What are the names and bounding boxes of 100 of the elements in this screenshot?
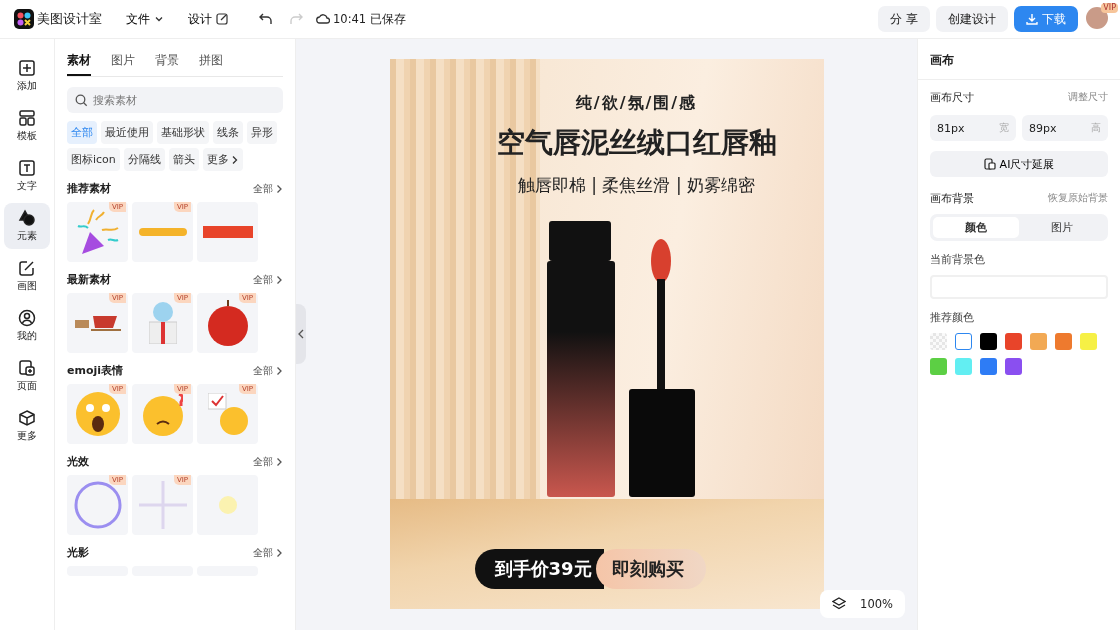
sleigh-drawing xyxy=(74,315,121,331)
apple-drawing xyxy=(207,300,248,346)
color-swatch[interactable] xyxy=(980,358,997,375)
color-swatch[interactable] xyxy=(930,333,947,350)
add-icon xyxy=(18,59,36,77)
category-chip[interactable]: 更多 xyxy=(202,148,243,171)
color-swatch[interactable] xyxy=(955,358,972,375)
color-swatch[interactable] xyxy=(1005,333,1022,350)
layout-icon xyxy=(18,109,36,127)
section-title: 光效 xyxy=(67,454,89,469)
background-tab[interactable]: 图片 xyxy=(1019,217,1105,238)
color-swatch[interactable] xyxy=(930,358,947,375)
panel-tab[interactable]: 素材 xyxy=(67,45,91,76)
zoom-level[interactable]: 100% xyxy=(860,597,893,611)
panel-title: 画布 xyxy=(918,39,1120,80)
bubble-drawing xyxy=(73,481,122,529)
color-swatch[interactable] xyxy=(1080,333,1097,350)
section-title: 推荐素材 xyxy=(67,181,111,196)
cube-icon xyxy=(18,409,36,427)
caret-icon xyxy=(154,14,164,24)
sidebar-item[interactable]: 更多 xyxy=(4,403,50,449)
view-all-link[interactable]: 全部 xyxy=(253,545,283,560)
chevron-right-icon xyxy=(276,547,283,558)
size-label: 画布尺寸 xyxy=(930,90,974,105)
add-page-icon xyxy=(18,359,36,377)
search-field[interactable]: 搜索素材 xyxy=(67,87,283,113)
edit-icon xyxy=(216,13,228,25)
layers-icon[interactable] xyxy=(832,597,847,611)
resize-icon xyxy=(983,158,996,170)
text-icon xyxy=(18,159,36,177)
sparkle-drawing xyxy=(138,481,187,529)
menu-button[interactable]: 文件 xyxy=(122,8,168,30)
save-status: 10:41 已保存 xyxy=(333,11,406,27)
bar-drawing xyxy=(202,226,253,238)
download-button[interactable]: 下载 xyxy=(1014,6,1078,32)
chevron-right-icon xyxy=(276,456,283,467)
color-swatch[interactable] xyxy=(980,333,997,350)
chevron-left-icon xyxy=(298,329,304,339)
undo-icon[interactable] xyxy=(258,11,274,27)
sidebar-item[interactable]: 元素 xyxy=(4,203,50,249)
category-chip[interactable]: 最近使用 xyxy=(101,121,153,144)
view-all-link[interactable]: 全部 xyxy=(253,363,283,378)
category-chip[interactable]: 图标icon xyxy=(67,148,120,171)
panel-tab[interactable]: 背景 xyxy=(155,45,179,76)
sidebar-item[interactable]: 画图 xyxy=(4,253,50,299)
share-button[interactable]: 分 享 xyxy=(878,6,930,32)
view-all-link[interactable]: 全部 xyxy=(253,272,283,287)
logo-icon xyxy=(14,9,34,29)
height-field[interactable]: 89px 高 xyxy=(1022,115,1108,141)
scared-drawing xyxy=(75,392,120,436)
sidebar-item[interactable]: 添加 xyxy=(4,53,50,99)
redo-icon[interactable] xyxy=(288,11,304,27)
sidebar-item[interactable]: 模板 xyxy=(4,103,50,149)
section-title: emoji表情 xyxy=(67,363,124,378)
color-swatch[interactable] xyxy=(1030,333,1047,350)
resize-link[interactable]: 调整尺寸 xyxy=(1068,91,1108,104)
color-swatch[interactable] xyxy=(1055,333,1072,350)
sidebar-item[interactable]: 页面 xyxy=(4,353,50,399)
element-thumbnail[interactable] xyxy=(197,202,258,262)
section-title: 光影 xyxy=(67,545,89,560)
category-chip[interactable]: 基础形状 xyxy=(157,121,209,144)
chevron-right-icon xyxy=(276,274,283,285)
category-chip[interactable]: 线条 xyxy=(213,121,243,144)
user-icon xyxy=(18,309,36,327)
ai-resize-button[interactable]: AI尺寸延展 xyxy=(930,151,1108,177)
menu-button[interactable]: 设计 xyxy=(184,8,232,30)
panel-tab[interactable]: 拼图 xyxy=(199,45,223,76)
download-icon xyxy=(1026,13,1038,25)
element-thumbnail[interactable] xyxy=(197,475,258,535)
poster-tagline: 纯/欲/氛/围/感 xyxy=(575,93,698,114)
gift-drawing xyxy=(148,302,177,344)
sign-drawing xyxy=(207,393,248,435)
background-tab[interactable]: 颜色 xyxy=(933,217,1019,238)
view-all-link[interactable]: 全部 xyxy=(253,454,283,469)
background-label: 画布背景 xyxy=(930,191,974,206)
chevron-right-icon xyxy=(276,183,283,194)
poster-title: 空气唇泥丝绒口红唇釉 xyxy=(496,125,777,161)
category-chip[interactable]: 箭头 xyxy=(168,148,199,171)
price-label: 到手价39元 xyxy=(474,549,604,589)
restore-background-link[interactable]: 恢复原始背景 xyxy=(1048,192,1108,205)
section-title: 最新素材 xyxy=(67,272,111,287)
view-all-link[interactable]: 全部 xyxy=(253,181,283,196)
panel-tab[interactable]: 图片 xyxy=(111,45,135,76)
edit-icon xyxy=(18,259,36,277)
width-field[interactable]: 81px 宽 xyxy=(930,115,1016,141)
category-chip[interactable]: 异形 xyxy=(247,121,277,144)
sidebar-item[interactable]: 文字 xyxy=(4,153,50,199)
vip-badge: VIP xyxy=(1101,3,1118,13)
create-design-button[interactable]: 创建设计 xyxy=(936,6,1008,32)
poster-canvas[interactable]: 纯/欲/氛/围/感 空气唇泥丝绒口红唇釉 触唇即棉 | 柔焦丝滑 | 奶雾绵密 到手价39元 即刻购买 xyxy=(389,59,824,609)
current-color-label: 当前背景色 xyxy=(930,253,986,267)
chevron-right-icon xyxy=(230,154,239,165)
shapes-icon xyxy=(18,209,36,227)
cloud-icon xyxy=(316,13,330,25)
collapse-handle[interactable] xyxy=(296,304,306,364)
confetti-drawing xyxy=(75,208,120,256)
sidebar-item[interactable]: 我的 xyxy=(4,303,50,349)
color-swatch[interactable] xyxy=(955,333,972,350)
category-chip[interactable]: 分隔线 xyxy=(123,148,165,171)
color-swatch[interactable] xyxy=(1005,358,1022,375)
